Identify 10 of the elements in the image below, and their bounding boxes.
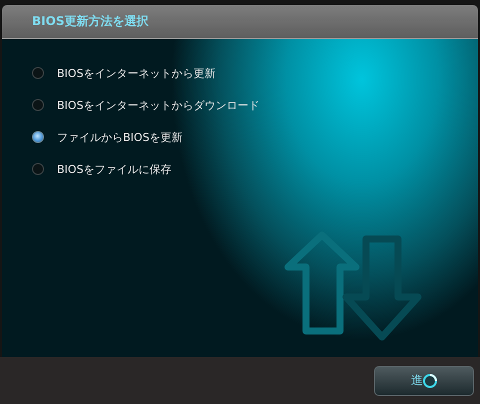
next-button[interactable]: 進	[374, 366, 474, 396]
radio-option[interactable]: BIOSをインターネットからダウンロード	[32, 96, 478, 114]
radio-option[interactable]: BIOSをファイルに保存	[32, 160, 478, 178]
radio-option[interactable]: BIOSをインターネットから更新	[32, 64, 478, 82]
radio-button[interactable]	[32, 131, 44, 143]
radio-option[interactable]: ファイルからBIOSを更新	[32, 128, 478, 146]
radio-button[interactable]	[32, 99, 44, 111]
window-title: BIOS更新方法を選択	[32, 13, 148, 30]
radio-button[interactable]	[32, 67, 44, 79]
radio-button[interactable]	[32, 163, 44, 175]
